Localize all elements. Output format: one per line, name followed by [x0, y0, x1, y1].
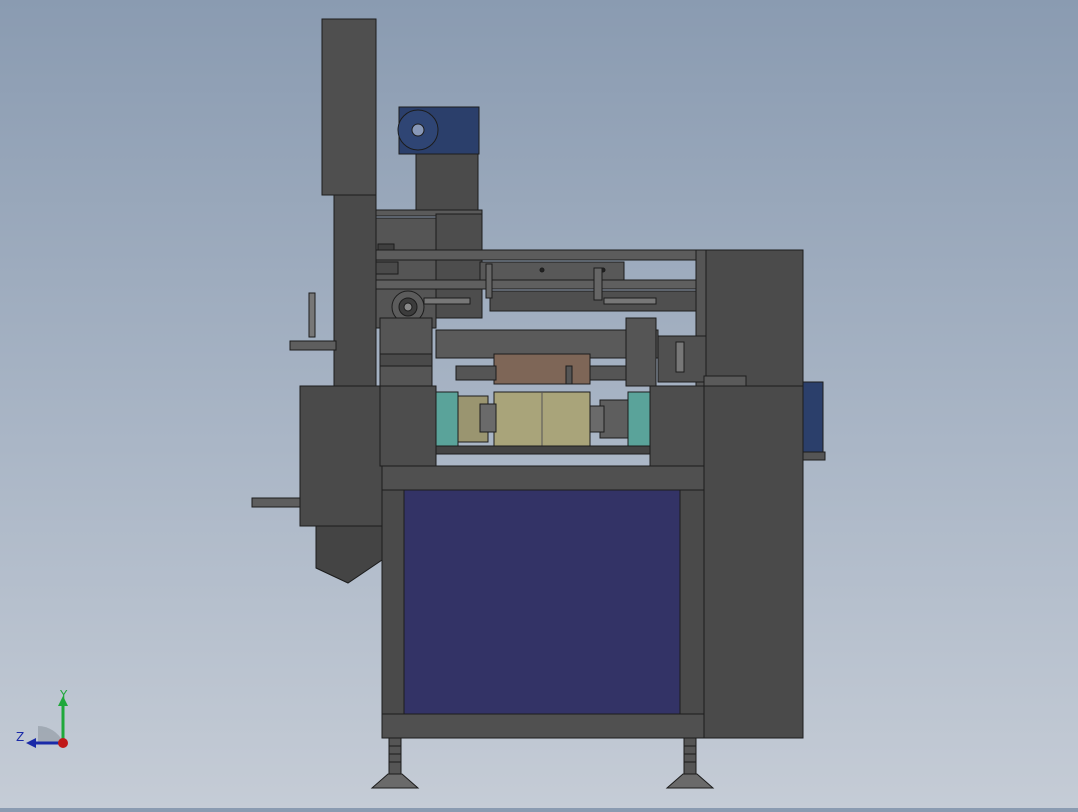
machine-model[interactable] [0, 0, 1078, 808]
foot-right-pad [665, 773, 715, 789]
left-handle [308, 292, 316, 338]
z-axis-label: Z [16, 730, 25, 744]
motor-stem [415, 153, 479, 213]
left-rod [289, 340, 337, 351]
hopper-bottom [315, 525, 383, 584]
y-axis-label: Y [60, 688, 68, 702]
cad-viewport[interactable] [0, 0, 1078, 808]
left-shaft [251, 497, 301, 508]
foot-right-stem [683, 737, 697, 779]
blue-panel [403, 489, 681, 715]
teal-coupling-right [627, 391, 651, 447]
right-cabinet-lower [703, 385, 804, 739]
foot-left-stem [388, 737, 402, 779]
left-column-top [321, 18, 377, 196]
x-axis-dot [58, 738, 68, 748]
teal-coupling-left [435, 391, 459, 447]
left-housing [299, 385, 383, 527]
axis-triad: Y Z [10, 686, 90, 756]
right-motor [802, 381, 824, 453]
top-bar [375, 249, 703, 261]
roller-brown [493, 353, 591, 385]
axis-triad-graphic [26, 696, 68, 748]
foot-left-pad [370, 773, 420, 789]
right-cabinet-upper [695, 249, 804, 387]
